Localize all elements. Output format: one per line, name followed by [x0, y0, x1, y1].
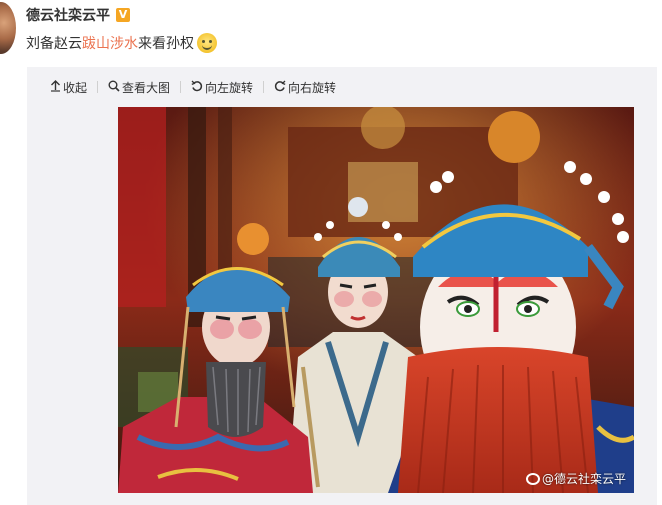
rotate-right-icon — [274, 80, 286, 95]
topic-link[interactable]: 跋山涉水 — [82, 33, 138, 53]
vip-badge-icon[interactable]: V — [116, 8, 130, 22]
view-large-button[interactable]: 查看大图 — [108, 79, 170, 96]
author-row: 德云社栾云平 V — [26, 4, 130, 26]
image-toolbar: 收起 查看大图 向左旋转 向右旋转 — [50, 78, 336, 96]
arrow-up-icon — [50, 79, 61, 95]
watermark-text: @德云社栾云平 — [541, 472, 626, 486]
toolbar-divider — [180, 81, 182, 93]
rotate-left-label: 向左旋转 — [205, 80, 254, 95]
post-text: 刘备赵云 跋山涉水 来看孙权 — [26, 33, 217, 53]
weibo-logo-icon — [525, 472, 540, 485]
photo-watermark: @德云社栾云平 — [525, 470, 626, 487]
view-large-label: 查看大图 — [122, 80, 171, 95]
toolbar-divider — [97, 81, 99, 93]
media-box: 收起 查看大图 向左旋转 向右旋转 @德云社栾云平 — [27, 67, 657, 505]
post-text-before: 刘备赵云 — [26, 36, 82, 52]
rotate-left-icon — [191, 80, 203, 95]
avatar[interactable] — [0, 2, 16, 54]
collapse-label: 收起 — [63, 80, 88, 95]
author-name[interactable]: 德云社栾云平 — [26, 5, 110, 25]
rotate-right-label: 向右旋转 — [288, 80, 337, 95]
smile-emoji-icon — [197, 33, 217, 53]
opera-selfie-illustration — [118, 107, 634, 493]
post-text-after: 来看孙权 — [138, 36, 194, 52]
magnifier-icon — [108, 80, 120, 95]
post-photo[interactable]: @德云社栾云平 — [118, 107, 634, 493]
rotate-right-button[interactable]: 向右旋转 — [274, 79, 336, 96]
collapse-button[interactable]: 收起 — [50, 79, 87, 96]
toolbar-divider — [263, 81, 265, 93]
rotate-left-button[interactable]: 向左旋转 — [191, 79, 253, 96]
